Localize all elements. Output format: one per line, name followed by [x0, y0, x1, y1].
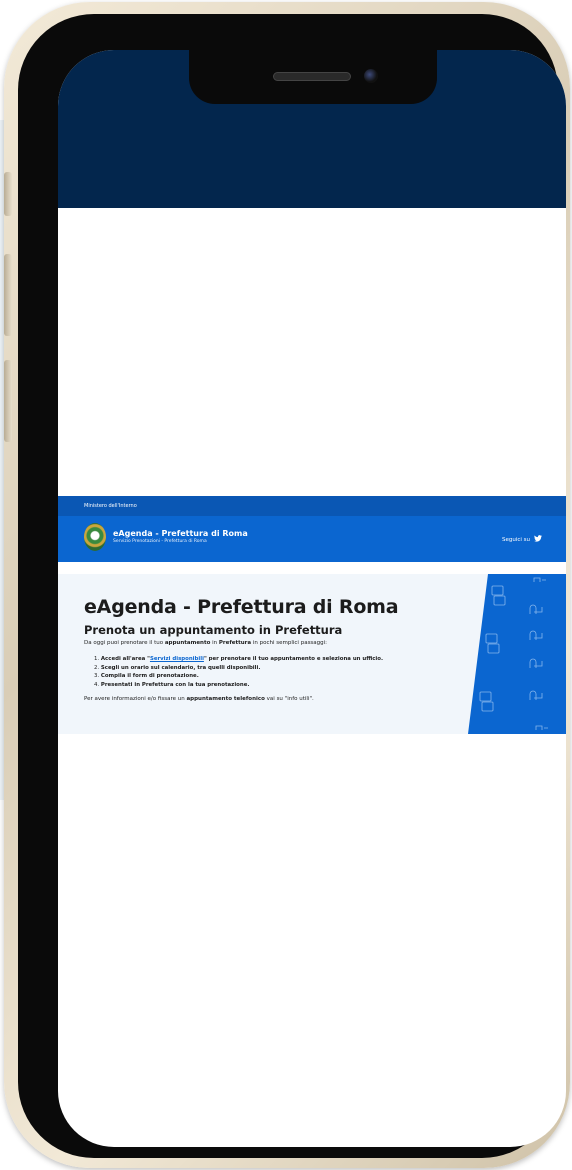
volume-up-button	[4, 254, 12, 336]
steps-list: 1. Accedi all'area "Servizi disponibili"…	[94, 655, 514, 689]
step-item: 1. Accedi all'area "Servizi disponibili"…	[94, 656, 384, 662]
social-follow: Seguici su	[502, 535, 542, 544]
step-item: 2. Scegli un orario sul calendario, tra …	[94, 664, 261, 671]
notch	[189, 50, 437, 104]
speaker-grille	[273, 72, 351, 81]
phone-frame: Ministero dell'Interno eAgenda - Prefett…	[4, 2, 570, 1168]
site-header: eAgenda - Prefettura di Roma Servizio Pr…	[58, 516, 566, 562]
twitter-icon[interactable]	[534, 535, 542, 544]
hero-section: eAgenda - Prefettura di Roma Prenota un …	[58, 574, 566, 734]
phone-bezel: Ministero dell'Interno eAgenda - Prefett…	[18, 14, 566, 1158]
brand-subtitle: Servizio Prenotazioni - Prefettura di Ro…	[113, 539, 207, 544]
volume-down-button	[4, 360, 12, 442]
front-camera	[364, 69, 378, 83]
hero-title: eAgenda - Prefettura di Roma	[84, 596, 399, 618]
phone-screen: Ministero dell'Interno eAgenda - Prefett…	[58, 50, 566, 1147]
hero-content: eAgenda - Prefettura di Roma Prenota un …	[84, 596, 514, 702]
hero-subtitle: Prenota un appuntamento in Prefettura	[84, 623, 343, 637]
website: Ministero dell'Interno eAgenda - Prefett…	[58, 496, 566, 734]
servizi-disponibili-link[interactable]: Servizi disponibili	[150, 656, 204, 662]
silent-switch	[4, 172, 12, 216]
step-item: 3. Compila il form di prenotazione.	[94, 673, 199, 679]
hero-decoration	[468, 574, 566, 734]
outro-text: Per avere informazioni e/o fissare un ap…	[84, 696, 314, 702]
ministry-bar: Ministero dell'Interno	[58, 496, 566, 516]
intro-text: Da oggi puoi prenotare il tuo appuntamen…	[84, 640, 328, 646]
emblem-logo[interactable]	[84, 523, 106, 551]
ministry-link[interactable]: Ministero dell'Interno	[84, 503, 137, 509]
brand-title[interactable]: eAgenda - Prefettura di Roma	[113, 529, 248, 538]
step-item: 4. Presentati in Prefettura con la tua p…	[94, 681, 250, 688]
social-label: Seguici su	[501, 536, 530, 543]
